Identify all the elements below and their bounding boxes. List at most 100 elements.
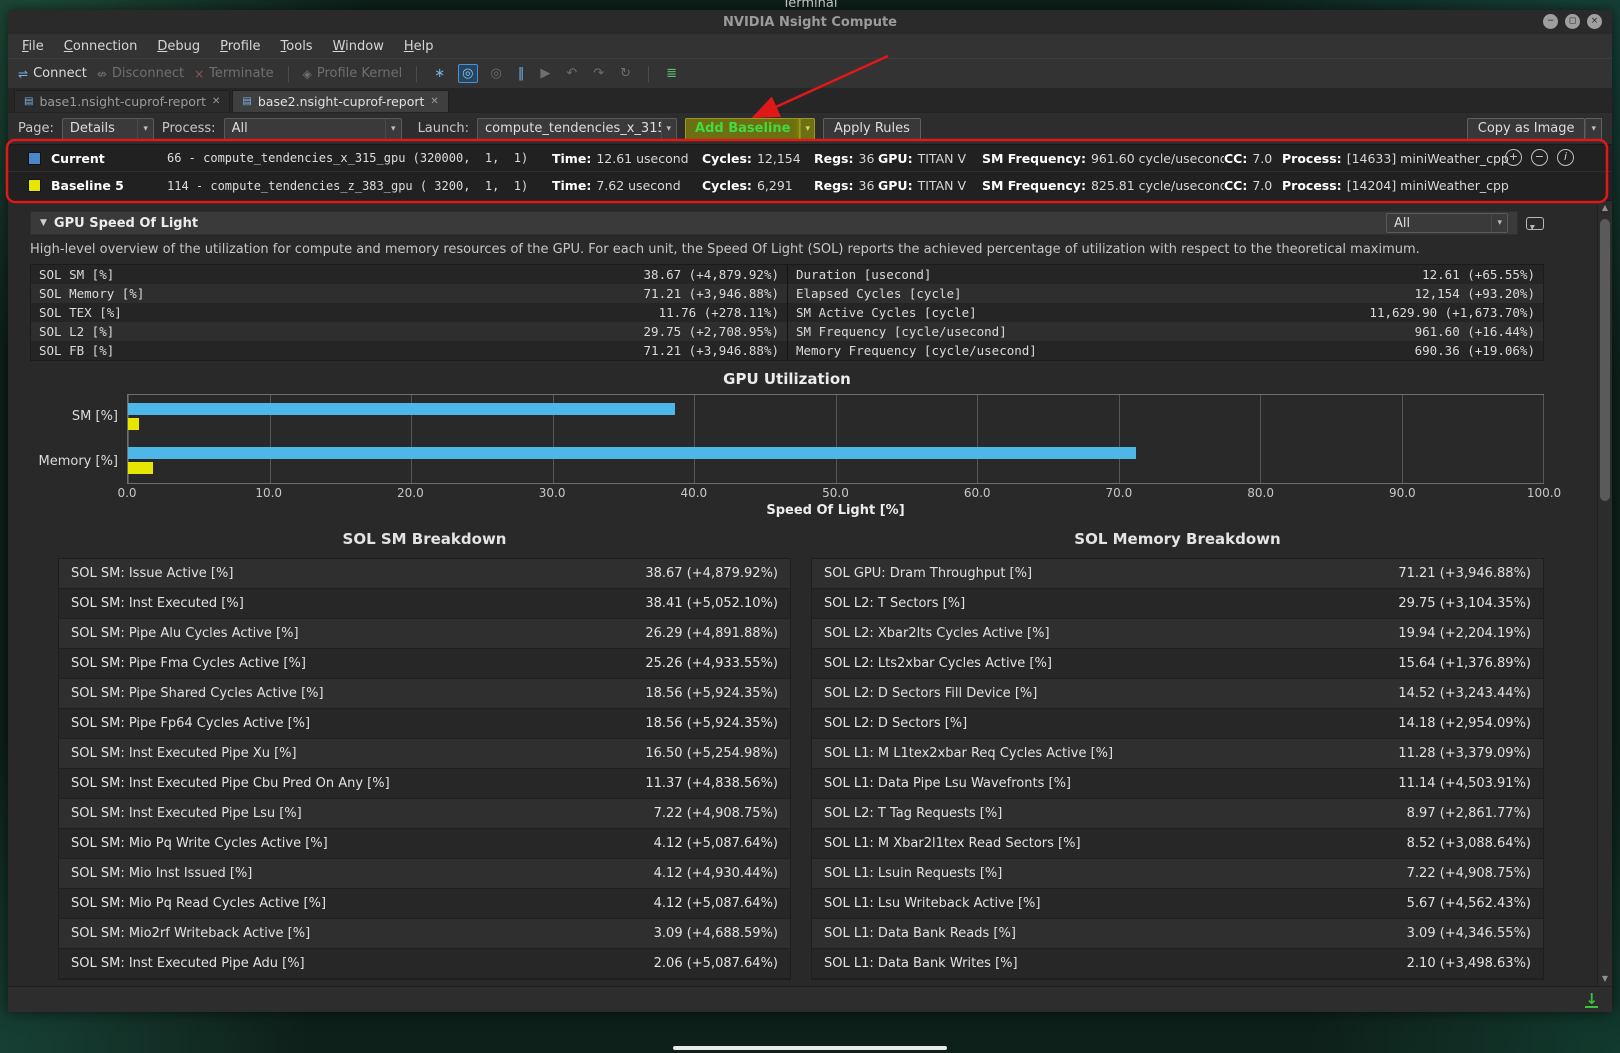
- breakdown-row: SOL L1: Lsuin Requests [%] 7.22 (+4,908.…: [812, 859, 1543, 889]
- copy-as-image-button[interactable]: Copy as Image: [1467, 118, 1586, 140]
- metric-value: 11.14 (+4,503.91%): [1398, 776, 1531, 791]
- tab-close-icon[interactable]: ✕: [212, 96, 220, 107]
- metric-value: 38.67 (+4,879.92%): [644, 265, 779, 284]
- terminate-label: Terminate: [209, 66, 273, 81]
- metric-value: 29.75 (+3,104.35%): [1398, 596, 1531, 611]
- breakdown-row: SOL L1: Data Bank Writes [%] 2.10 (+3,49…: [812, 949, 1543, 979]
- profile-kernel-button[interactable]: ◈ Profile Kernel: [303, 66, 403, 81]
- metric-value: 5.67 (+4,562.43%): [1407, 896, 1531, 911]
- sol-metric-row: SM Frequency [cycle/usecond] 961.60 (+16…: [788, 322, 1543, 341]
- metric-value: 8.52 (+3,088.64%): [1407, 836, 1531, 851]
- menu-item[interactable]: Tools: [281, 39, 313, 54]
- chart-tick-label: 50.0: [822, 486, 849, 500]
- page-select[interactable]: Details ▾: [62, 118, 154, 140]
- collapse-icon[interactable]: ▼: [40, 218, 47, 228]
- metric-value: 7.22 (+4,908.75%): [1407, 866, 1531, 881]
- launch-select[interactable]: compute_tendencies_x_315_gpu ▾: [477, 118, 677, 140]
- breakdown-row: SOL SM: Inst Executed Pipe Adu [%] 2.06 …: [59, 949, 790, 979]
- metric-name: SOL SM: Issue Active [%]: [71, 566, 233, 581]
- tab-base1-report[interactable]: ▤ base1.nsight-cuprof-report ✕: [14, 90, 230, 112]
- tab-base2-report[interactable]: ▤ base2.nsight-cuprof-report ✕: [232, 90, 448, 112]
- zoom-in-icon[interactable]: +: [1505, 149, 1522, 166]
- metric-name: SOL SM: Mio Inst Issued [%]: [71, 866, 252, 881]
- comment-icon[interactable]: [1526, 217, 1544, 230]
- metric-name: SOL SM [%]: [39, 265, 114, 284]
- metric-name: SOL SM: Pipe Fma Cycles Active [%]: [71, 656, 306, 671]
- menu-item[interactable]: File: [22, 39, 44, 54]
- freeze-api-icon[interactable]: ∗: [431, 65, 448, 82]
- copy-as-image-dropdown-icon[interactable]: ▾: [1585, 118, 1602, 140]
- breakdown-row: SOL SM: Issue Active [%] 38.67 (+4,879.9…: [59, 559, 790, 589]
- menu-item[interactable]: Connection: [64, 39, 138, 54]
- metric-value: 4.12 (+4,930.44%): [654, 866, 778, 881]
- metric-value: 15.64 (+1,376.89%): [1398, 656, 1531, 671]
- menu-item[interactable]: Help: [404, 39, 434, 54]
- download-icon[interactable]: ↓: [1585, 992, 1598, 1008]
- minimize-button[interactable]: −: [1543, 14, 1558, 29]
- sol-metric-row: Duration [usecond] 12.61 (+65.55%): [788, 265, 1543, 284]
- add-baseline-dropdown-icon[interactable]: ▾: [800, 118, 815, 140]
- apply-rules-button[interactable]: Apply Rules: [823, 118, 921, 140]
- breakdown-row: SOL L2: D Sectors [%] 14.18 (+2,954.09%): [812, 709, 1543, 739]
- step-forward-icon[interactable]: ↷: [590, 65, 607, 82]
- menu-item[interactable]: Window: [333, 39, 384, 54]
- tab-close-icon[interactable]: ✕: [430, 96, 438, 107]
- connect-button[interactable]: ⇌ Connect: [18, 66, 87, 81]
- metric-value: 71.21 (+3,946.88%): [644, 341, 779, 360]
- baseline-kernel-row[interactable]: Baseline 5 114 - compute_tendencies_z_38…: [8, 172, 1612, 199]
- info-icon[interactable]: i: [1557, 149, 1574, 166]
- section-filter-select[interactable]: All ▾: [1386, 213, 1508, 233]
- gpu-sol-section-header[interactable]: ▼ GPU Speed Of Light All ▾: [30, 211, 1518, 235]
- disconnect-button[interactable]: ⇎ Disconnect: [97, 66, 184, 81]
- disconnect-label: Disconnect: [112, 66, 184, 81]
- metric-name: SOL SM: Mio Pq Write Cycles Active [%]: [71, 836, 328, 851]
- process-value: [14633] miniWeather_cpp: [1347, 151, 1509, 166]
- breakdown-row: SOL SM: Inst Executed Pipe Lsu [%] 7.22 …: [59, 799, 790, 829]
- zoom-out-icon[interactable]: −: [1531, 149, 1548, 166]
- vertical-scrollbar[interactable]: ▲ ▼: [1597, 201, 1612, 986]
- close-button[interactable]: ×: [1587, 14, 1602, 29]
- process-select[interactable]: All ▾: [224, 118, 402, 140]
- title-bar[interactable]: NVIDIA Nsight Compute − ◻ ×: [8, 10, 1612, 34]
- page-select-value: Details: [70, 121, 137, 136]
- scrollbar-thumb[interactable]: [1600, 219, 1610, 501]
- time-label: Time:: [552, 178, 591, 193]
- chevron-down-icon: ▾: [385, 119, 401, 139]
- refresh-icon[interactable]: ↻: [617, 65, 634, 82]
- copy-as-image-group: Copy as Image ▾: [1467, 118, 1602, 140]
- terminate-icon: ×: [194, 67, 204, 81]
- metric-name: SOL GPU: Dram Throughput [%]: [824, 566, 1032, 581]
- pause-icon[interactable]: ‖: [515, 65, 528, 82]
- metric-name: SOL L1: M L1tex2xbar Req Cycles Active […: [824, 746, 1113, 761]
- terminate-button[interactable]: × Terminate: [194, 66, 274, 81]
- metric-value: 14.52 (+3,243.44%): [1398, 686, 1531, 701]
- chart-tick-label: 70.0: [1106, 486, 1133, 500]
- sm-frequency-label: SM Frequency:: [982, 151, 1086, 166]
- bar-baseline-memory: [128, 462, 153, 474]
- resume-icon[interactable]: ▶: [537, 65, 553, 82]
- cycles-label: Cycles:: [702, 151, 752, 166]
- profile-kernel-label: Profile Kernel: [317, 66, 402, 81]
- chart-tick-label: 30.0: [539, 486, 566, 500]
- toolbar-separator: [288, 66, 289, 82]
- add-baseline-button[interactable]: Add Baseline: [685, 118, 800, 140]
- metric-name: SOL L2 [%]: [39, 322, 114, 341]
- report-icon[interactable]: ≣: [663, 65, 680, 82]
- metric-value: 11.28 (+3,379.09%): [1398, 746, 1531, 761]
- scroll-up-icon[interactable]: ▲: [1598, 201, 1612, 215]
- auto-profile-icon[interactable]: ◎: [458, 64, 477, 83]
- section-title: GPU Speed Of Light: [54, 216, 198, 231]
- sol-metric-row: SOL SM [%] 38.67 (+4,879.92%): [31, 265, 787, 284]
- maximize-button[interactable]: ◻: [1565, 14, 1580, 29]
- profile-series-icon[interactable]: ◎: [488, 65, 505, 82]
- sm-frequency-value: 825.81 cycle/usecond: [1091, 178, 1224, 193]
- dock-indicator: [673, 1046, 947, 1050]
- scroll-down-icon[interactable]: ▼: [1598, 972, 1612, 986]
- menu-item[interactable]: Profile: [220, 39, 260, 54]
- step-back-icon[interactable]: ↶: [563, 65, 580, 82]
- current-kernel-row[interactable]: Current 66 - compute_tendencies_x_315_gp…: [8, 145, 1612, 172]
- breakdown-row: SOL L1: Data Bank Reads [%] 3.09 (+4,346…: [812, 919, 1543, 949]
- menu-item[interactable]: Debug: [157, 39, 200, 54]
- metric-name: SOL L2: D Sectors Fill Device [%]: [824, 686, 1037, 701]
- launch-select-value: compute_tendencies_x_315_gpu: [485, 121, 660, 136]
